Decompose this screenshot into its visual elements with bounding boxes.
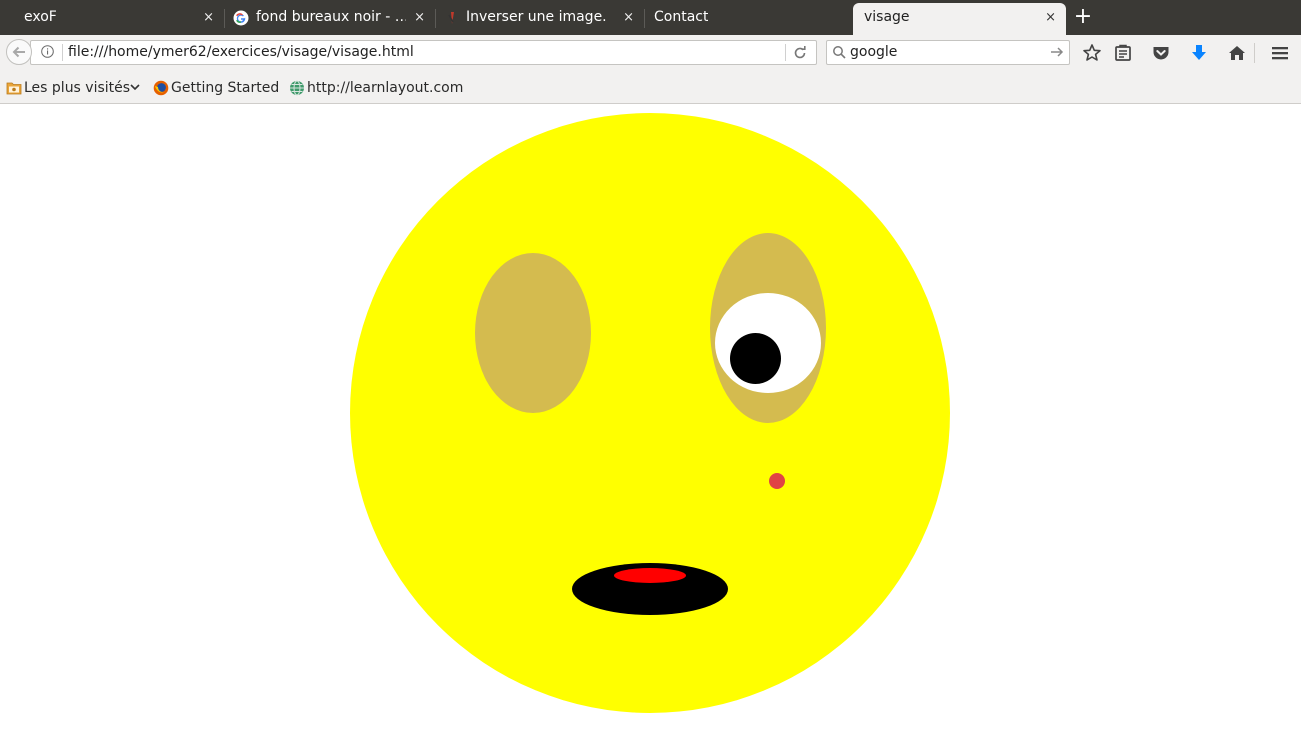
- globe-icon: [290, 80, 304, 96]
- page-content: [0, 104, 1301, 744]
- download-icon[interactable]: [1189, 43, 1209, 63]
- google-icon: [233, 10, 249, 26]
- mole: [769, 473, 785, 489]
- tongue: [614, 568, 686, 583]
- arrow-right-icon[interactable]: [1050, 45, 1064, 59]
- tab-visage[interactable]: visage ×: [853, 3, 1066, 35]
- close-icon[interactable]: ×: [203, 3, 214, 32]
- close-icon[interactable]: ×: [414, 3, 425, 32]
- tab-title: Inverser une image.: [466, 9, 607, 25]
- star-icon[interactable]: [1082, 43, 1102, 63]
- bookmarks-toolbar: Les plus visités Getting Started http://…: [0, 70, 1301, 104]
- bookmark-label: http://learnlayout.com: [307, 80, 464, 96]
- face: [350, 113, 950, 713]
- reading-list-icon[interactable]: [1113, 43, 1133, 63]
- firefox-icon: [153, 80, 169, 96]
- search-icon: [833, 46, 846, 59]
- tab-contact[interactable]: Contact: [645, 3, 853, 35]
- left-eye-socket: [475, 253, 591, 413]
- url-divider: [785, 44, 786, 61]
- tab-title: visage: [864, 9, 910, 25]
- folder-icon: [6, 82, 22, 95]
- new-tab-button[interactable]: +: [1072, 5, 1094, 29]
- toolbar-divider: [1254, 43, 1255, 63]
- search-bar[interactable]: google: [826, 40, 1070, 65]
- close-icon[interactable]: ×: [1045, 3, 1056, 32]
- right-eye-pupil: [730, 333, 781, 384]
- bookmark-label: Les plus visités: [24, 80, 131, 96]
- wikipedia-style-icon: [448, 12, 454, 24]
- arrow-left-icon: [12, 46, 25, 58]
- tab-strip: exoF × fond bureaux noir - … × Inverser …: [0, 0, 1301, 35]
- back-button[interactable]: [6, 39, 32, 65]
- close-icon[interactable]: ×: [623, 3, 634, 32]
- reload-icon[interactable]: [791, 44, 809, 62]
- info-icon[interactable]: [41, 45, 54, 58]
- navigation-toolbar: file:///home/ymer62/exercices/visage/vis…: [0, 35, 1301, 70]
- home-icon[interactable]: [1227, 43, 1247, 63]
- url-text[interactable]: file:///home/ymer62/exercices/visage/vis…: [68, 44, 414, 60]
- tab-title: exoF: [24, 9, 57, 25]
- tab-title: Contact: [654, 9, 709, 25]
- menu-icon[interactable]: [1270, 43, 1290, 63]
- tab-fond-bureaux[interactable]: fond bureaux noir - … ×: [225, 3, 435, 35]
- search-input[interactable]: google: [850, 44, 897, 60]
- chevron-down-icon: [130, 84, 140, 91]
- tab-exof[interactable]: exoF ×: [0, 3, 224, 35]
- tab-inverser-image[interactable]: Inverser une image. ×: [436, 3, 644, 35]
- url-bar[interactable]: file:///home/ymer62/exercices/visage/vis…: [30, 40, 817, 65]
- tab-title: fond bureaux noir - …: [256, 9, 406, 25]
- pocket-icon[interactable]: [1151, 43, 1171, 63]
- bookmark-label: Getting Started: [171, 80, 280, 96]
- url-divider: [62, 44, 63, 61]
